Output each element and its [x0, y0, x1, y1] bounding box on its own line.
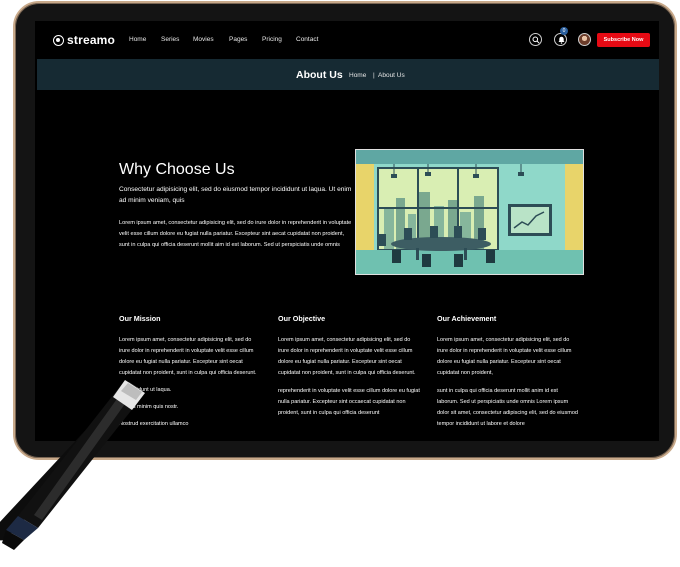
notification-button[interactable]: 0: [554, 27, 568, 46]
site-header: streamo Home Series Movies Pages Pricing…: [35, 21, 659, 59]
breadcrumb-home[interactable]: Home: [349, 72, 366, 79]
our-mission-title: Our Mission: [119, 314, 161, 323]
subscribe-button[interactable]: Subscribe Now: [597, 33, 650, 47]
breadcrumb-current: About Us: [378, 72, 405, 79]
our-mission-line-2: nim ad minim quis nostr.: [119, 404, 179, 410]
our-mission-text: Lorem ipsum amet, consectetur adipisicin…: [119, 337, 257, 376]
nav-pricing[interactable]: Pricing: [262, 36, 296, 43]
why-choose-lead: Consectetur adipisicing elit, sed do eiu…: [119, 186, 352, 204]
search-icon: [532, 36, 540, 44]
nav-movies[interactable]: Movies: [193, 36, 229, 43]
our-objective-text-2: reprehenderit in voluptate velit esse ci…: [278, 388, 420, 416]
nav-home[interactable]: Home: [129, 36, 161, 43]
breadcrumb-separator: |: [373, 72, 375, 79]
our-mission-line-1: pr incididunt ut laqua.: [119, 387, 172, 393]
page-banner: About Us Home | About Us: [37, 59, 659, 90]
user-avatar[interactable]: [578, 33, 591, 46]
page-title: About Us: [296, 69, 343, 81]
tablet-frame: streamo Home Series Movies Pages Pricing…: [13, 1, 677, 460]
our-achievement-title: Our Achievement: [437, 314, 497, 323]
our-achievement-text-2: sunt in culpa qui officia deserunt molli…: [437, 388, 578, 427]
meeting-room-illustration: [355, 149, 584, 275]
our-achievement-text: Lorem ipsum amet, consectetur adipisicin…: [437, 337, 572, 376]
search-button[interactable]: [529, 33, 542, 46]
logo-text: streamo: [67, 33, 116, 47]
why-choose-body: Lorem ipsum amet, consectetur adipisicin…: [119, 220, 352, 248]
our-mission-line-3: Nostrud exercitation ullamco: [119, 421, 189, 427]
our-objective-text: Lorem ipsum amet, consectetur adipisicin…: [278, 337, 416, 376]
main-nav: Home Series Movies Pages Pricing Contact: [129, 36, 318, 43]
nav-pages[interactable]: Pages: [229, 36, 262, 43]
bell-icon: [558, 36, 564, 44]
our-objective-title: Our Objective: [278, 314, 326, 323]
website-screen: streamo Home Series Movies Pages Pricing…: [35, 21, 659, 441]
nav-contact[interactable]: Contact: [296, 36, 318, 43]
nav-series[interactable]: Series: [161, 36, 193, 43]
notification-badge: 0: [560, 27, 568, 35]
film-reel-icon: [53, 34, 64, 46]
logo[interactable]: streamo: [53, 33, 115, 47]
why-choose-title: Why Choose Us: [119, 161, 235, 178]
